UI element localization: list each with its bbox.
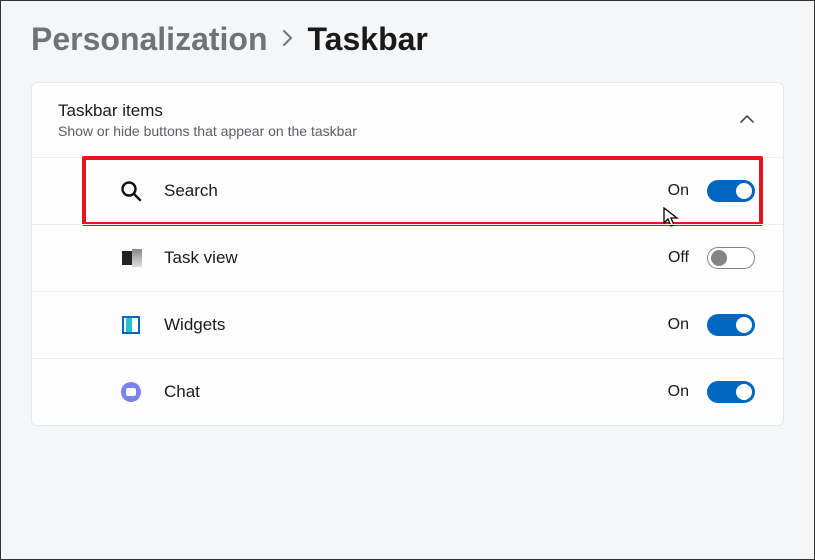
taskbar-item-taskview: Task view Off — [32, 224, 783, 291]
section-title: Taskbar items — [58, 101, 357, 121]
item-label: Chat — [164, 382, 668, 402]
breadcrumb-parent[interactable]: Personalization — [31, 21, 268, 58]
taskview-icon — [120, 247, 142, 269]
chevron-up-icon — [739, 111, 755, 129]
toggle-state-label: Off — [668, 249, 689, 267]
search-toggle[interactable] — [707, 180, 755, 202]
item-label: Task view — [164, 248, 668, 268]
toggle-state-label: On — [668, 383, 689, 401]
item-label: Search — [164, 181, 668, 201]
taskbar-items-header[interactable]: Taskbar items Show or hide buttons that … — [32, 83, 783, 157]
widgets-icon — [120, 314, 142, 336]
chat-icon — [120, 381, 142, 403]
taskbar-items-card: Taskbar items Show or hide buttons that … — [31, 82, 784, 426]
taskbar-item-chat: Chat On — [32, 358, 783, 425]
section-subtitle: Show or hide buttons that appear on the … — [58, 123, 357, 139]
taskbar-item-widgets: Widgets On — [32, 291, 783, 358]
toggle-state-label: On — [668, 182, 689, 200]
search-icon — [120, 180, 142, 202]
section-heading: Taskbar items Show or hide buttons that … — [58, 101, 357, 139]
widgets-toggle[interactable] — [707, 314, 755, 336]
toggle-state-label: On — [668, 316, 689, 334]
taskview-toggle[interactable] — [707, 247, 755, 269]
taskbar-item-search: Search On — [32, 157, 783, 224]
item-label: Widgets — [164, 315, 668, 335]
breadcrumb: Personalization Taskbar — [1, 1, 814, 82]
chat-toggle[interactable] — [707, 381, 755, 403]
chevron-right-icon — [282, 27, 294, 53]
breadcrumb-current: Taskbar — [308, 21, 428, 58]
